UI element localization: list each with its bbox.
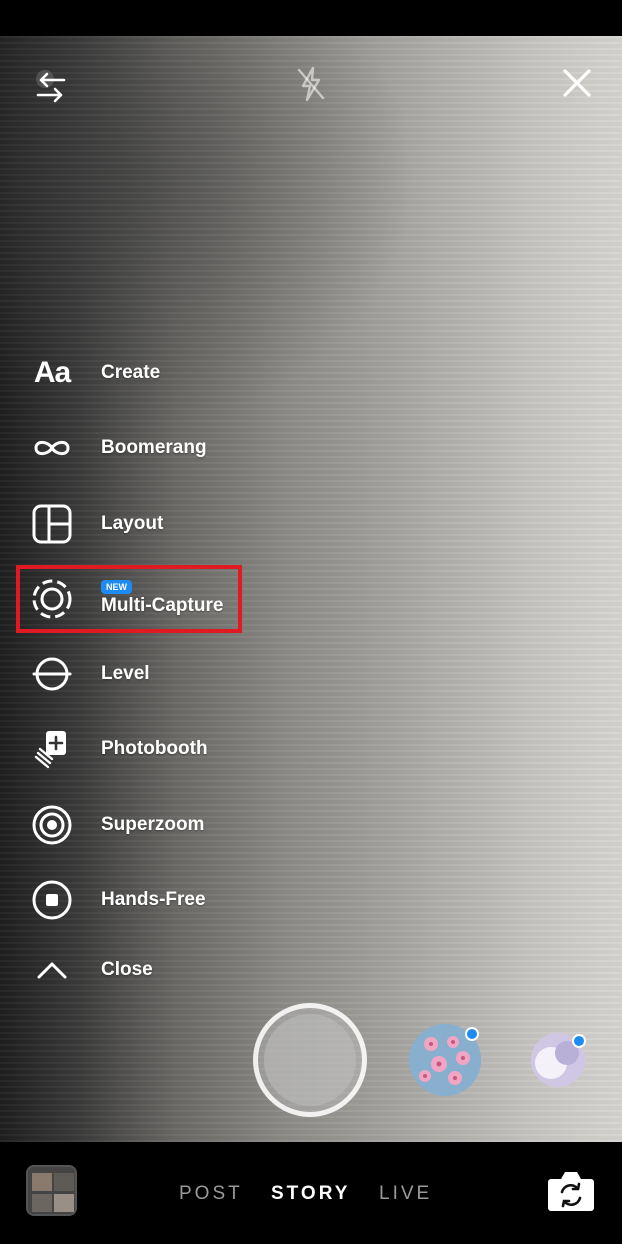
layout-grid-icon bbox=[24, 496, 80, 552]
menu-item-label: Level bbox=[101, 663, 150, 684]
menu-item-superzoom[interactable]: Superzoom bbox=[24, 797, 344, 853]
tab-story[interactable]: STORY bbox=[271, 1183, 350, 1205]
flash-off-icon[interactable] bbox=[287, 60, 335, 108]
tab-live[interactable]: LIVE bbox=[379, 1183, 432, 1205]
menu-item-close[interactable]: Close bbox=[24, 942, 344, 998]
menu-item-label: Layout bbox=[101, 513, 164, 534]
infinity-icon bbox=[24, 420, 80, 476]
menu-item-label: Close bbox=[101, 959, 153, 980]
photobooth-stack-icon bbox=[24, 721, 80, 777]
superzoom-icon bbox=[24, 797, 80, 853]
menu-item-label: Superzoom bbox=[101, 814, 205, 835]
gallery-thumbnail-icon[interactable] bbox=[26, 1165, 77, 1216]
close-icon[interactable] bbox=[554, 60, 600, 106]
multi-capture-highlight-box bbox=[16, 565, 242, 633]
menu-item-label: Photobooth bbox=[101, 738, 208, 759]
menu-item-level[interactable]: Level bbox=[24, 646, 344, 702]
menu-item-create[interactable]: Aa Create bbox=[24, 345, 344, 401]
camera-screen: Aa Create Boomerang Layout Multi-Capture bbox=[0, 0, 622, 1244]
flip-camera-icon[interactable] bbox=[546, 1167, 596, 1215]
status-bar bbox=[0, 0, 622, 36]
text-aa-icon: Aa bbox=[33, 356, 71, 389]
chevron-up-icon bbox=[24, 942, 80, 998]
menu-item-hands-free[interactable]: Hands-Free bbox=[24, 872, 344, 928]
menu-item-photobooth[interactable]: Photobooth bbox=[24, 721, 344, 777]
new-effect-dot bbox=[465, 1027, 479, 1041]
menu-item-layout[interactable]: Layout bbox=[24, 496, 344, 552]
menu-item-boomerang[interactable]: Boomerang bbox=[24, 420, 344, 476]
menu-item-label: Boomerang bbox=[101, 437, 207, 458]
arrows-swap-icon[interactable] bbox=[26, 62, 76, 112]
tab-post[interactable]: POST bbox=[179, 1183, 243, 1205]
menu-item-label: Create bbox=[101, 362, 161, 383]
level-icon bbox=[24, 646, 80, 702]
shutter-button[interactable] bbox=[253, 1003, 367, 1117]
hands-free-icon bbox=[24, 872, 80, 928]
menu-item-label: Hands-Free bbox=[101, 889, 206, 910]
new-effect-dot bbox=[572, 1034, 586, 1048]
